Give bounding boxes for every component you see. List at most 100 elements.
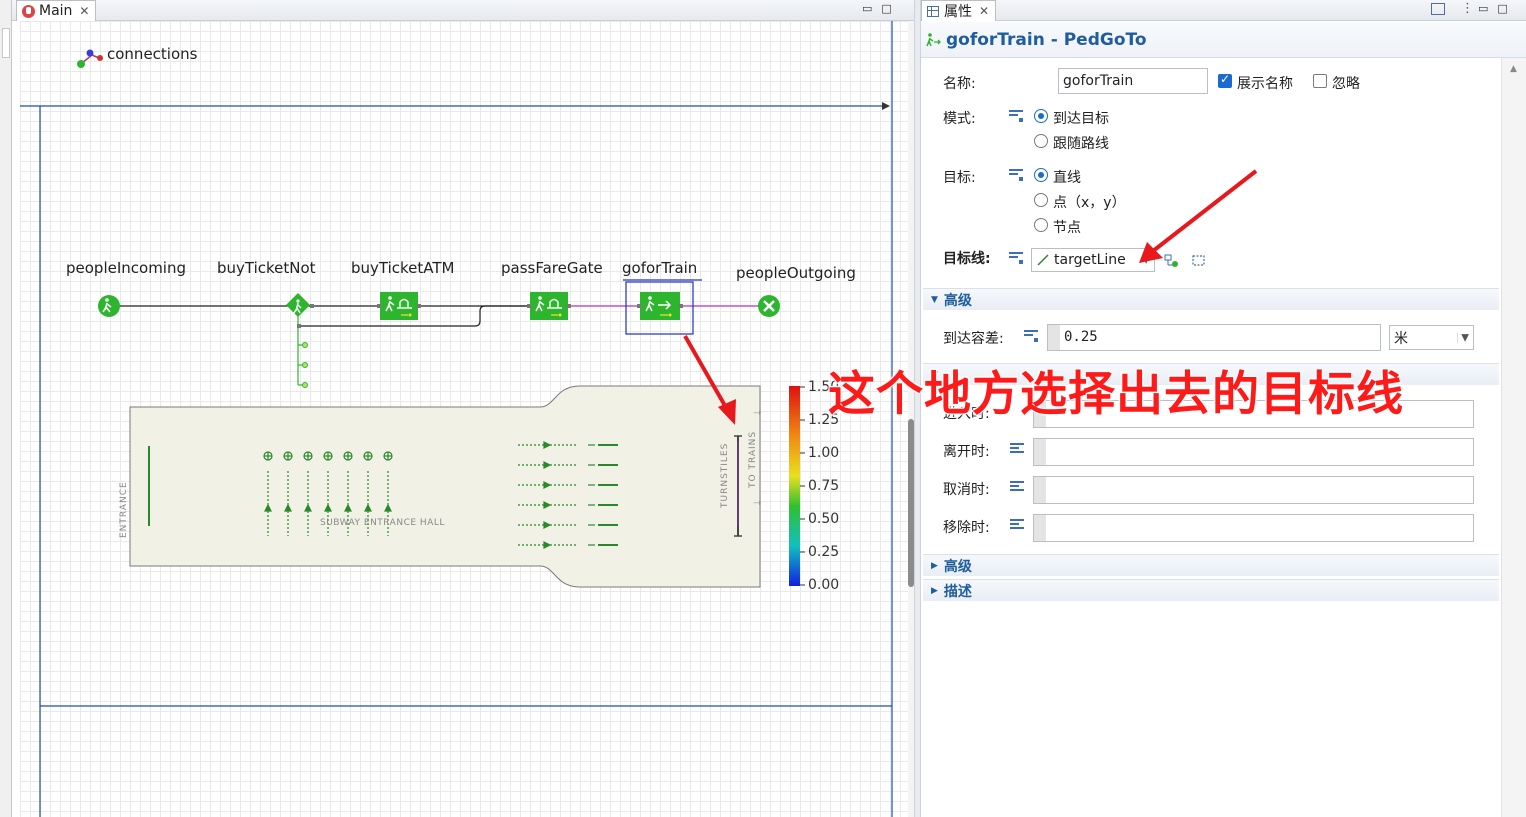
maximize-icon[interactable]: □ <box>1497 2 1507 15</box>
close-icon[interactable]: ✕ <box>79 4 89 18</box>
ped-service-icon-atm <box>380 292 418 320</box>
hall-label: SUBWAY ENTRANCE HALL <box>320 518 445 528</box>
editor-pane: Main ✕ ▭ □ ⇾ ⇾ connections peopleIncomin… <box>12 0 914 817</box>
target-option-label: 点（x，y） <box>1053 195 1126 211</box>
minimized-view-tab[interactable] <box>2 28 10 58</box>
model-canvas[interactable]: ⇾ ⇾ connections peopleIncoming buyTicket… <box>20 21 908 817</box>
section-description[interactable]: ▶ 描述 <box>923 579 1499 601</box>
connections-label[interactable]: connections <box>107 45 197 63</box>
new-window-icon[interactable] <box>1431 3 1445 15</box>
expand-triangle-icon: ▶ <box>931 560 938 571</box>
properties-header: goforTrain - PedGoTo <box>921 22 1526 58</box>
arrival-tolerance-field[interactable]: 0.25 <box>1047 324 1381 351</box>
mode-option-label: 到达目标 <box>1053 111 1109 127</box>
arrival-tolerance-value: 0.25 <box>1064 329 1098 345</box>
target-line-value: targetLine <box>1054 252 1126 268</box>
close-icon[interactable]: ✕ <box>979 4 989 18</box>
unit-value: 米 <box>1394 330 1408 347</box>
section-advanced-2-title: 高级 <box>943 558 972 575</box>
node-label-peopleOutgoing[interactable]: peopleOutgoing <box>736 264 856 282</box>
scroll-up-icon[interactable]: ▲ <box>1510 64 1517 74</box>
tab-properties[interactable]: 属性 ✕ <box>921 0 997 21</box>
on-exit-label: 离开时: <box>943 444 990 460</box>
mode-radio-follow-route[interactable] <box>1034 134 1048 148</box>
section-advanced-2[interactable]: ▶ 高级 <box>923 554 1499 576</box>
target-option-label: 直线 <box>1053 170 1081 186</box>
dynamic-value-icon[interactable] <box>1009 252 1023 264</box>
ignore-label: 忽略 <box>1332 76 1360 92</box>
entrance-label: ENTRANCE <box>119 481 129 538</box>
target-line-label: 目标线: <box>943 251 991 267</box>
ped-source-icon <box>98 295 120 317</box>
target-radio-line[interactable] <box>1034 168 1048 182</box>
tab-main[interactable]: Main ✕ <box>16 0 97 21</box>
target-radio-node[interactable] <box>1034 218 1048 232</box>
unit-dropdown[interactable]: 米 ▼ <box>1389 325 1474 350</box>
node-label-buyTicketNot[interactable]: buyTicketNot <box>217 259 316 277</box>
target-radio-point[interactable] <box>1034 193 1048 207</box>
section-advanced-1-title: 高级 <box>943 292 972 309</box>
node-label-goforTrain[interactable]: goforTrain <box>622 259 697 277</box>
dynamic-value-icon[interactable] <box>1009 110 1023 122</box>
arrival-tolerance-label: 到达容差: <box>943 331 1004 347</box>
legend-ticks <box>800 386 805 586</box>
section-advanced-1[interactable]: ▼ 高级 <box>923 288 1499 310</box>
annotation-arrow-props <box>1139 169 1258 263</box>
maximize-icon[interactable]: □ <box>881 2 891 15</box>
props-window-controls: ▭ □ <box>1478 2 1508 15</box>
tab-main-label: Main <box>39 3 73 19</box>
dynamic-value-icon[interactable] <box>1009 169 1023 181</box>
left-side-strip <box>0 0 12 817</box>
properties-title: goforTrain - PedGoTo <box>946 29 1147 50</box>
target-label: 目标: <box>943 170 976 186</box>
ped-select-icon <box>286 293 310 317</box>
name-label: 名称: <box>943 76 976 92</box>
on-remove-field[interactable] <box>1033 514 1474 542</box>
view-menu-icon[interactable]: ⋮ <box>1461 1 1474 16</box>
ped-sink-icon <box>758 295 780 317</box>
subway-hall-shape <box>129 385 761 588</box>
node-label-buyTicketATM[interactable]: buyTicketATM <box>351 259 454 277</box>
minimize-icon[interactable]: ▭ <box>862 2 872 15</box>
show-name-checkbox[interactable] <box>1218 72 1232 88</box>
minimize-icon[interactable]: ▭ <box>1478 2 1488 15</box>
frame-arrow-head <box>882 102 890 110</box>
mode-option-label: 跟随路线 <box>1053 136 1109 152</box>
on-cancel-field[interactable] <box>1033 476 1474 504</box>
properties-tabbar: 属性 ✕ ⋮ ▭ □ <box>921 0 1526 21</box>
properties-scrollbar[interactable]: ▲ <box>1501 58 1526 817</box>
node-label-passFareGate[interactable]: passFareGate <box>501 259 603 277</box>
expand-triangle-icon: ▶ <box>931 585 938 596</box>
connections-icon <box>77 49 103 68</box>
ped-goto-icon <box>623 279 702 335</box>
density-legend-bar <box>789 386 800 586</box>
collapse-triangle-icon: ▼ <box>931 294 938 305</box>
show-name-label: 展示名称 <box>1237 76 1293 92</box>
editor-window-controls: ▭ □ <box>862 2 892 15</box>
ignore-checkbox[interactable] <box>1313 74 1327 88</box>
legend-tick-label: 0.00 <box>808 577 840 593</box>
to-trains-label: TO TRAINS <box>748 430 758 488</box>
turnstiles-label: TURNSTILES <box>720 442 730 508</box>
line-icon <box>1037 254 1049 266</box>
dynamic-value-icon[interactable] <box>1024 330 1038 342</box>
on-cancel-label: 取消时: <box>943 482 990 498</box>
chevron-down-icon: ▼ <box>1457 332 1469 343</box>
legend-tick-label: 0.50 <box>808 511 840 527</box>
annotation-text: 这个地方选择出去的目标线 <box>827 366 1404 423</box>
to-trains-arrow-1: ⇾ <box>753 408 762 419</box>
mode-radio-reach-target[interactable] <box>1034 109 1048 123</box>
properties-body: 名称: goforTrain 展示名称 忽略 模式: 到达目标 跟随路线 目标:… <box>921 58 1501 817</box>
code-icon <box>1010 519 1024 531</box>
to-trains-arrow-2: ⇾ <box>753 498 762 509</box>
legend-tick-label: 0.75 <box>808 478 840 494</box>
node-label-peopleIncoming[interactable]: peopleIncoming <box>66 259 186 277</box>
section-description-title: 描述 <box>943 583 972 600</box>
target-option-label: 节点 <box>1053 220 1081 236</box>
agent-icon <box>22 4 35 18</box>
name-field[interactable]: goforTrain <box>1058 68 1208 94</box>
on-exit-field[interactable] <box>1033 438 1474 466</box>
editor-tabbar: Main ✕ ▭ □ <box>12 0 914 21</box>
ped-goto-small-icon <box>926 32 941 46</box>
diagram-svg: ⇾ ⇾ <box>20 21 893 817</box>
